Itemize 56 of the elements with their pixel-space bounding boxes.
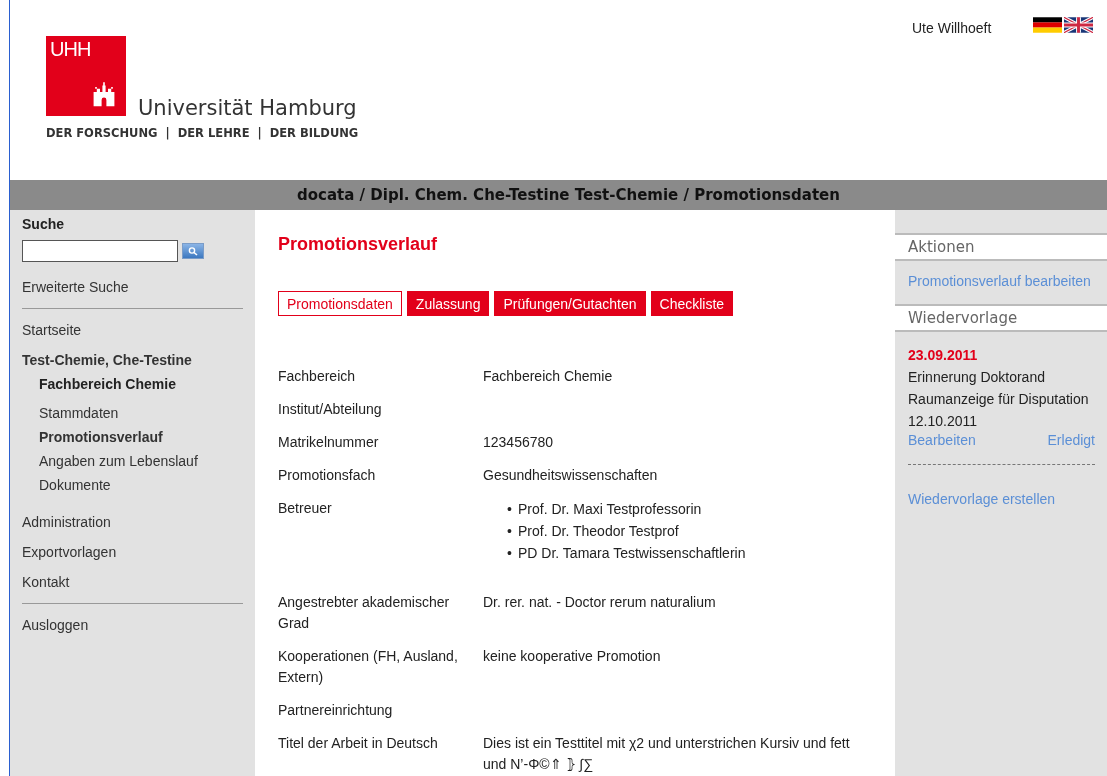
search-button[interactable]	[182, 243, 204, 259]
search-icon	[187, 246, 199, 256]
nav-item[interactable]: Kontakt	[22, 574, 70, 590]
tab[interactable]: Promotionsdaten	[278, 291, 402, 316]
nav-item[interactable]: Promotionsverlauf	[39, 429, 163, 445]
field-value: Dies ist ein Testtitel mit χ2 und unterstrichen Kursiv und fett und N’-Φ©⇑ ⦄ ∫∑	[483, 734, 851, 774]
user-name: Ute Willhoeft	[912, 20, 992, 36]
field-label: Titel der Arbeit in Deutsch	[278, 734, 439, 753]
breadcrumb: docata / Dipl. Chem. Che-Testine Test-Chemie / Promotionsdaten	[296, 186, 840, 204]
field-value: PD Dr. Tamara Testwissenschaftlerin	[518, 544, 746, 563]
field-label: Betreuer	[278, 499, 333, 518]
field-value: Prof. Dr. Theodor Testprof	[518, 522, 679, 541]
university-name: Universität Hamburg	[138, 96, 358, 120]
nav-item[interactable]: Dokumente	[39, 477, 111, 493]
university-logo: UHH	[46, 36, 126, 116]
tab[interactable]: Zulassung	[406, 291, 490, 316]
field-label: Institut/Abteilung	[278, 400, 383, 419]
bullet: •	[507, 500, 513, 519]
nav-item[interactable]: Administration	[22, 514, 111, 530]
field-value: 123456780	[483, 433, 555, 452]
field-value: Dr. rer. nat. - Doctor rerum naturalium	[483, 593, 717, 612]
castle-icon	[92, 80, 116, 107]
field-value: Prof. Dr. Maxi Testprofessorin	[518, 500, 702, 519]
field-value: Fachbereich Chemie	[483, 367, 614, 386]
advanced-search-link[interactable]: Erweiterte Suche	[22, 279, 129, 295]
reminder-date: 23.09.2011	[908, 346, 979, 365]
search-field[interactable]	[22, 240, 178, 262]
german-flag-icon[interactable]	[1033, 17, 1062, 33]
nav-item[interactable]: Stammdaten	[39, 405, 119, 421]
bullet: •	[507, 522, 513, 541]
uk-flag-icon[interactable]	[1064, 17, 1093, 33]
logout-link[interactable]: Ausloggen	[22, 617, 89, 633]
section-header: Aktionen	[895, 233, 1107, 261]
university-tagline: DER FORSCHUNG | DER LEHRE | DER BILDUNG	[46, 126, 359, 142]
field-label: Partnereinrichtung	[278, 701, 394, 720]
tab[interactable]: Prüfungen/Gutachten	[494, 291, 646, 316]
field-value: Gesundheitswissenschaften	[483, 466, 659, 485]
bullet: •	[507, 544, 513, 563]
reminder-text: Erinnerung Doktorand	[908, 368, 1046, 387]
nav-item[interactable]: Exportvorlagen	[22, 544, 117, 560]
field-label: Fachbereich	[278, 367, 357, 386]
page-title: Promotionsverlauf	[278, 234, 439, 255]
field-label: Matrikelnummer	[278, 433, 380, 452]
field-value: keine kooperative Promotion	[483, 647, 662, 666]
nav-item[interactable]: Test-Chemie, Che-Testine	[22, 352, 192, 368]
reminder-text: Raumanzeige für Disputation	[908, 390, 1090, 409]
nav-item[interactable]: Startseite	[22, 322, 82, 338]
reminder-text: 12.10.2011	[908, 412, 979, 431]
nav-subtitle: Fachbereich Chemie	[38, 375, 177, 393]
nav-item[interactable]: Angaben zum Lebenslauf	[39, 453, 198, 469]
field-label: Angestrebter akademischer Grad	[278, 593, 451, 633]
tab[interactable]: Checkliste	[650, 291, 734, 316]
field-label: Kooperationen (FH, Ausland, Extern)	[278, 647, 459, 687]
search-title: Suche	[22, 216, 65, 232]
section-header: Wiedervorlage	[895, 304, 1107, 332]
field-label: Promotionsfach	[278, 466, 377, 485]
